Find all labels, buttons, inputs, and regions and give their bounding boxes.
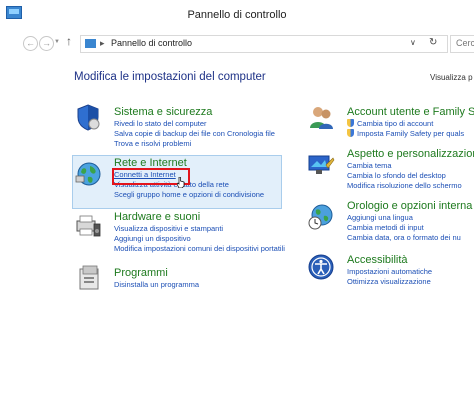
category-system-security: Sistema e sicurezza Rivedi lo stato del … [114,106,275,149]
link-auto-settings[interactable]: Impostazioni automatiche [347,267,432,277]
link-family-safety[interactable]: Imposta Family Safety per quals [347,129,474,139]
link-add-language[interactable]: Aggiungi una lingua [347,213,472,223]
category-appearance: Aspetto e personalizzazion Cambia tema C… [347,148,474,191]
forward-button[interactable]: → [39,36,54,51]
link-file-history[interactable]: Salva copie di backup dei file con Crono… [114,129,275,139]
users-icon[interactable] [307,103,335,131]
category-clock-region: Orologio e opzioni interna Aggiungi una … [347,200,472,243]
window-title: Pannello di controllo [187,9,287,21]
address-bar: ← → ▼ ↑ ▸ Pannello di controllo ∨ ↻ [0,30,474,56]
link-change-account-type[interactable]: Cambia tipo di account [347,119,474,129]
link-label: Imposta Family Safety per quals [357,129,465,138]
network-globe-icon[interactable] [74,160,102,188]
uac-shield-icon [347,119,354,127]
category-title[interactable]: Orologio e opzioni interna [347,200,472,213]
back-button[interactable]: ← [23,36,38,51]
up-button[interactable]: ↑ [66,34,72,48]
view-by-label[interactable]: Visualizza p [430,73,473,82]
link-date-time-format[interactable]: Cambia data, ora o formato dei nu [347,233,472,243]
link-input-methods[interactable]: Cambia metodi di input [347,223,472,233]
breadcrumb[interactable]: Pannello di controllo [111,38,192,48]
content-area: Modifica le impostazioni del computer Vi… [0,56,474,394]
accessibility-icon[interactable] [307,253,335,281]
link-mobility-settings[interactable]: Modifica impostazioni comuni dei disposi… [114,244,285,254]
page-title: Modifica le impostazioni del computer [74,71,266,83]
clock-globe-icon[interactable] [307,203,335,231]
search-input[interactable]: Cerc [450,35,474,53]
programs-icon[interactable] [76,263,104,291]
link-label: Cambia tipo di account [357,119,434,128]
link-homegroup-sharing[interactable]: Scegli gruppo home e opzioni di condivis… [114,190,264,200]
chevron-down-icon[interactable]: ∨ [410,38,416,47]
link-review-status[interactable]: Rivedi lo stato del computer [114,119,275,129]
link-devices-printers[interactable]: Visualizza dispositivi e stampanti [114,224,285,234]
category-title[interactable]: Accessibilità [347,254,432,267]
control-panel-icon [85,39,96,48]
category-title[interactable]: Sistema e sicurezza [114,106,275,119]
link-optimize-display[interactable]: Ottimizza visualizzazione [347,277,432,287]
title-bar: Pannello di controllo [0,0,474,30]
category-title[interactable]: Hardware e suoni [114,211,285,224]
refresh-icon[interactable]: ↻ [429,37,437,48]
category-hardware-sound: Hardware e suoni Visualizza dispositivi … [114,211,285,254]
printer-speaker-icon[interactable] [74,211,102,239]
address-field[interactable]: ▸ Pannello di controllo ∨ ↻ [80,35,448,53]
link-add-device[interactable]: Aggiungi un dispositivo [114,234,285,244]
breadcrumb-separator-icon[interactable]: ▸ [100,38,105,49]
category-programs: Programmi Disinstalla un programma [114,267,199,290]
appearance-icon[interactable] [307,151,335,179]
category-title[interactable]: Account utente e Family Sa [347,106,474,119]
uac-shield-icon [347,129,354,137]
shield-icon[interactable] [74,103,102,131]
link-change-theme[interactable]: Cambia tema [347,161,474,171]
category-user-accounts: Account utente e Family Sa Cambia tipo d… [347,106,474,139]
search-placeholder: Cerc [456,38,474,48]
recent-locations-dropdown[interactable]: ▼ [54,39,60,45]
link-troubleshoot[interactable]: Trova e risolvi problemi [114,139,275,149]
hand-cursor-icon [177,177,185,188]
category-title[interactable]: Aspetto e personalizzazion [347,148,474,161]
category-title[interactable]: Programmi [114,267,199,280]
link-screen-resolution[interactable]: Modifica risoluzione dello schermo [347,181,474,191]
link-uninstall-program[interactable]: Disinstalla un programma [114,280,199,290]
category-accessibility: Accessibilità Impostazioni automatiche O… [347,254,432,287]
link-desktop-background[interactable]: Cambia lo sfondo del desktop [347,171,474,181]
